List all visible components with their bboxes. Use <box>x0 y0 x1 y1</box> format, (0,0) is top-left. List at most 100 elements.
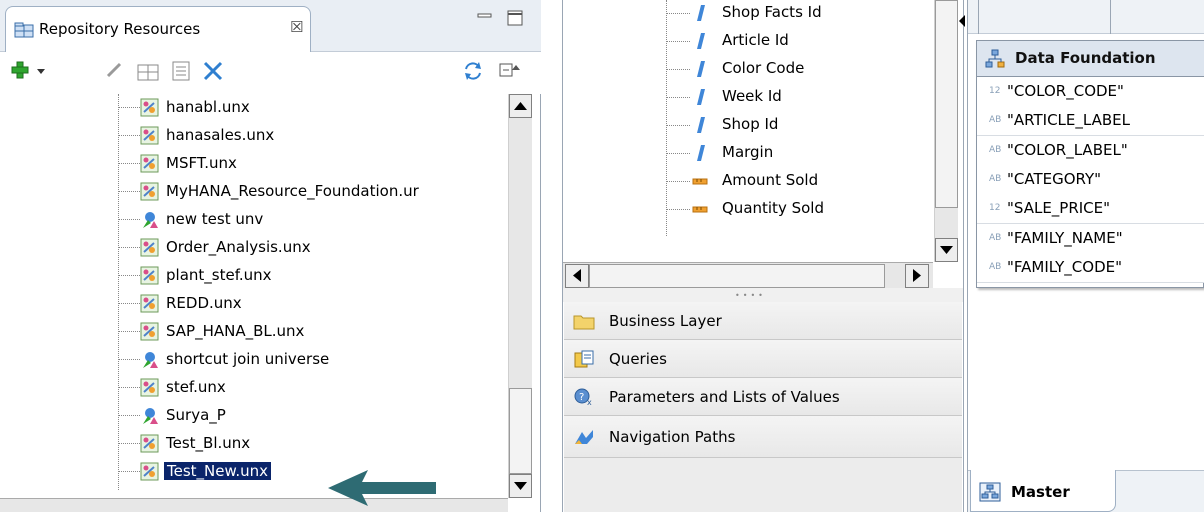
edit-icon[interactable] <box>104 60 124 80</box>
data-foundation-topbar <box>968 0 1204 34</box>
chevron-down-icon[interactable] <box>36 68 46 76</box>
business-layer-horizontal-scrollbar[interactable] <box>563 262 933 288</box>
universe-icon <box>140 462 159 481</box>
tree-item-label: hanasales.unx <box>166 126 275 144</box>
delete-icon[interactable] <box>202 60 224 82</box>
tree-item[interactable]: shortcut join universe <box>8 346 508 374</box>
tree-item[interactable]: hanasales.unx <box>8 122 508 150</box>
tree-item[interactable]: MSFT.unx <box>8 150 508 178</box>
tree-item[interactable]: MyHANA_Resource_Foundation.ur <box>8 178 508 206</box>
scroll-thumb[interactable] <box>935 0 958 208</box>
minimize-icon[interactable] <box>476 9 494 27</box>
scroll-down-button[interactable] <box>935 238 958 262</box>
table-column-row[interactable]: 12 "COLOR_CODE" <box>977 77 1204 107</box>
business-layer-item-label: Week Id <box>722 87 782 105</box>
svg-text:x: x <box>587 398 592 406</box>
column-type-icon: 12 <box>989 203 1001 214</box>
arrow-down-icon <box>940 246 953 254</box>
business-layer-item[interactable]: Shop Id <box>562 112 934 140</box>
column-name: "COLOR_LABEL" <box>1007 140 1128 159</box>
business-layer-item[interactable]: Margin <box>562 140 934 168</box>
tree-connector <box>118 275 140 276</box>
tree-item[interactable]: plant_stef.unx <box>8 262 508 290</box>
repository-icon <box>14 22 34 38</box>
scroll-thumb[interactable] <box>509 388 532 474</box>
tree-item[interactable]: hanabl.unx <box>8 94 508 122</box>
tree-item[interactable]: Surya_P <box>8 402 508 430</box>
close-icon[interactable]: ☒ <box>290 18 303 36</box>
splitter-sash[interactable]: •••• <box>563 288 963 302</box>
scroll-up-button[interactable] <box>509 94 532 118</box>
business-layer-item[interactable]: Shop Facts Id <box>562 0 934 28</box>
section-label: Queries <box>609 350 667 368</box>
business-layer-vertical-scrollbar[interactable] <box>934 0 958 262</box>
business-layer-item[interactable]: Week Id <box>562 84 934 112</box>
resource-icon[interactable] <box>136 60 160 82</box>
section-queries[interactable]: Queries <box>564 340 962 378</box>
section-parameters-and-lists-of-values[interactable]: ? x Parameters and Lists of Values <box>564 378 962 416</box>
column-name: "COLOR_CODE" <box>1007 82 1124 100</box>
unv-icon <box>143 408 158 424</box>
table-column-row[interactable]: AB "COLOR_LABEL" <box>977 135 1204 166</box>
business-layer-item[interactable]: Quantity Sold <box>562 196 934 224</box>
column-type-icon: AB <box>989 173 1002 184</box>
business-layer-item[interactable]: Article Id <box>562 28 934 56</box>
universe-icon <box>140 126 159 145</box>
business-layer-item[interactable]: Color Code <box>562 56 934 84</box>
tree-item[interactable]: Order_Analysis.unx <box>8 234 508 262</box>
scroll-down-button[interactable] <box>509 474 532 498</box>
tree-item[interactable]: REDD.unx <box>8 290 508 318</box>
dimension-icon <box>697 89 705 105</box>
tree-connector <box>666 69 690 70</box>
section-navigation-paths[interactable]: Navigation Paths <box>564 416 962 458</box>
properties-icon[interactable] <box>170 60 194 82</box>
scroll-left-button[interactable] <box>565 264 589 288</box>
business-layer-item-label: Shop Id <box>722 115 779 133</box>
universe-icon <box>140 322 159 341</box>
tree-item-label: hanabl.unx <box>166 98 250 116</box>
collapse-all-icon[interactable] <box>498 60 522 80</box>
data-foundation-title: Data Foundation <box>1015 49 1156 67</box>
measure-icon <box>692 178 708 185</box>
universe-icon <box>140 238 159 257</box>
tree-connector <box>118 359 140 360</box>
table-column-row[interactable]: AB "FAMILY_CODE" <box>977 252 1204 283</box>
data-foundation-table-header[interactable]: Data Foundation <box>977 41 1204 77</box>
table-column-row[interactable]: AB "CATEGORY" <box>977 164 1204 195</box>
tree-item-label: stef.unx <box>166 378 226 396</box>
tree-item[interactable]: stef.unx <box>8 374 508 402</box>
scroll-right-button[interactable] <box>905 264 929 288</box>
tree-item-label: Surya_P <box>166 406 226 424</box>
business-layer-item-label: Margin <box>722 143 774 161</box>
refresh-icon[interactable] <box>462 60 484 82</box>
master-tab-label: Master <box>1011 483 1070 501</box>
tree-item[interactable]: SAP_HANA_BL.unx <box>8 318 508 346</box>
business-layer-item-label: Quantity Sold <box>722 199 824 217</box>
section-label: Navigation Paths <box>609 428 736 446</box>
scroll-thumb[interactable] <box>589 264 885 288</box>
universe-icon <box>140 154 159 173</box>
table-column-row[interactable]: AB "FAMILY_NAME" <box>977 223 1204 254</box>
table-column-row[interactable]: AB "ARTICLE_LABEL <box>977 106 1204 137</box>
tab-repository-resources[interactable]: Repository Resources ☒ <box>5 6 311 52</box>
queries-icon <box>574 350 594 368</box>
business-layer-item[interactable]: Amount Sold <box>562 168 934 196</box>
tree-item[interactable]: Test_Bl.unx <box>8 430 508 458</box>
section-business-layer[interactable]: Business Layer <box>564 302 962 340</box>
tree-item[interactable]: new test unv <box>8 206 508 234</box>
parameters-icon: ? x <box>574 388 592 406</box>
maximize-icon[interactable] <box>506 9 524 27</box>
column-name: "FAMILY_CODE" <box>1007 257 1123 276</box>
navigation-paths-icon <box>575 430 593 444</box>
business-layer-item-label: Amount Sold <box>722 171 819 189</box>
column-type-icon: AB <box>989 144 1002 155</box>
arrow-left-icon[interactable] <box>958 14 966 28</box>
table-column-row[interactable]: 12 "SALE_PRICE" <box>977 194 1204 225</box>
business-layer-tree: Shop Facts Id Article Id Color Code Week Id… <box>562 0 934 262</box>
add-icon[interactable] <box>10 60 30 80</box>
repository-vertical-scrollbar[interactable] <box>508 94 532 498</box>
tab-master[interactable]: Master <box>970 470 1116 512</box>
svg-text:?: ? <box>579 392 584 403</box>
tree-item-label: plant_stef.unx <box>166 266 272 284</box>
universe-icon <box>140 182 159 201</box>
